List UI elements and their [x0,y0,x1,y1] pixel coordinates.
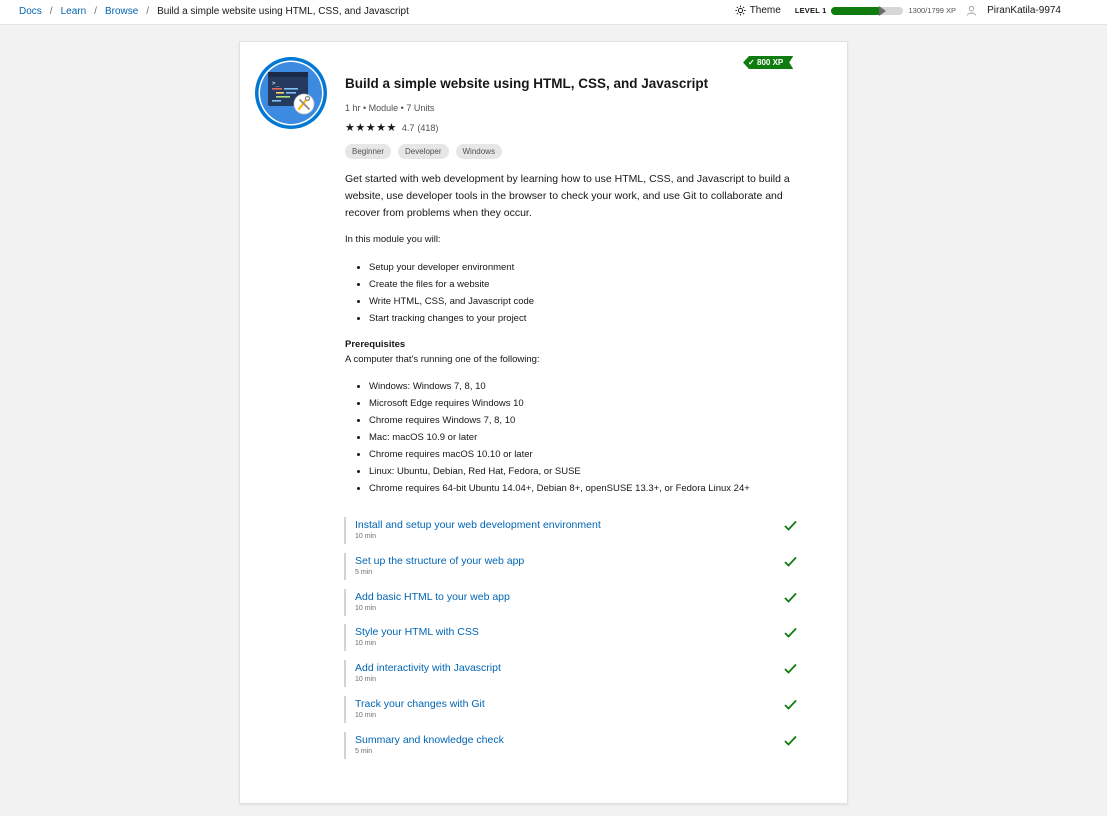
unit-list: Install and setup your web development e… [344,517,797,768]
xp-progress-bar [830,5,903,16]
unit-item[interactable]: Add basic HTML to your web app 10 min [344,588,797,616]
breadcrumb-browse[interactable]: Browse [105,6,138,17]
module-badge-icon: >_ [255,57,327,129]
unit-title-link[interactable]: Add basic HTML to your web app [355,589,797,604]
breadcrumb-separator: / [94,6,97,17]
checkmark-icon [784,520,797,531]
person-icon [966,5,977,16]
rating-count: (418) [417,122,439,133]
tag-list: Beginner Developer Windows [345,144,509,159]
top-bar: Docs / Learn / Browse / Build a simple w… [0,0,1107,25]
xp-progress-marker [878,5,886,16]
star-rating-icons: ★★★★★ [345,122,397,134]
level-label: LEVEL 1 [794,6,827,15]
xp-text: 1300/1799 XP [908,6,957,15]
xp-reward-badge: ✓ 800 XP [743,56,793,69]
list-item: Chrome requires Windows 7, 8, 10 [369,412,750,429]
module-card: >_ ✓ 800 XP Build a simple website using… [239,41,848,804]
objectives-intro: In this module you will: [345,234,441,245]
unit-title-link[interactable]: Style your HTML with CSS [355,624,797,639]
unit-item[interactable]: Summary and knowledge check 5 min [344,731,797,759]
unit-item[interactable]: Install and setup your web development e… [344,517,797,544]
module-description: Get started with web development by lear… [345,173,790,219]
theme-button[interactable]: Theme [735,5,781,16]
objectives-list: Setup your developer environmentCreate t… [345,259,534,327]
unit-title-link[interactable]: Track your changes with Git [355,696,797,711]
breadcrumb-separator: / [49,6,53,17]
list-item: Create the files for a website [369,276,534,293]
list-item: Windows: Windows 7, 8, 10 [369,378,750,395]
prerequisites-heading: Prerequisites [345,339,406,350]
user-profile[interactable]: PiranKatila-9974 [966,5,1061,16]
module-meta: 1 hr • Module • 7 Units [345,103,435,113]
checkmark-icon [784,699,797,710]
checkmark-icon [784,592,797,603]
list-item: Microsoft Edge requires Windows 10 [369,395,750,412]
xp-progress-fill [830,6,883,15]
checkmark-icon: ✓ [748,58,755,67]
breadcrumb-learn[interactable]: Learn [61,6,87,17]
list-item: Write HTML, CSS, and Javascript code [369,293,534,310]
unit-duration: 10 min [355,711,377,719]
unit-title-link[interactable]: Install and setup your web development e… [355,517,797,532]
breadcrumb-docs[interactable]: Docs [19,6,42,17]
list-item: Mac: macOS 10.9 or later [369,429,750,446]
rating-value: 4.7 [401,122,415,133]
breadcrumb-separator: / [146,6,150,17]
unit-item[interactable]: Style your HTML with CSS 10 min [344,624,797,652]
tag-beginner[interactable]: Beginner [345,144,392,159]
xp-reward-label: 800 XP [757,58,784,67]
list-item: Start tracking changes to your project [369,310,534,327]
list-item: Setup your developer environment [369,259,534,276]
rating[interactable]: ★★★★★ 4.7 (418) [345,121,438,134]
checkmark-icon [784,628,797,639]
sun-icon [735,5,746,16]
breadcrumb: Docs / Learn / Browse / Build a simple w… [19,6,409,17]
unit-title-link[interactable]: Add interactivity with Javascript [355,660,797,675]
list-item: Linux: Ubuntu, Debian, Red Hat, Fedora, … [369,463,750,480]
unit-duration: 10 min [355,640,377,648]
unit-title-link[interactable]: Set up the structure of your web app [355,553,797,568]
unit-item[interactable]: Add interactivity with Javascript 10 min [344,660,797,688]
prerequisites-list: Windows: Windows 7, 8, 10Microsoft Edge … [345,378,750,497]
unit-duration: 5 min [355,747,373,755]
prerequisites-subtitle: A computer that's running one of the fol… [345,354,540,365]
tag-developer[interactable]: Developer [398,144,449,159]
unit-item[interactable]: Track your changes with Git 10 min [344,695,797,723]
unit-title-link[interactable]: Summary and knowledge check [355,732,797,747]
unit-duration: 10 min [355,604,377,612]
theme-label: Theme [749,5,781,16]
unit-duration: 5 min [355,568,373,576]
breadcrumb-current: Build a simple website using HTML, CSS, … [157,6,409,17]
unit-item[interactable]: Set up the structure of your web app 5 mi… [344,552,797,580]
page-title: Build a simple website using HTML, CSS, … [345,76,709,91]
tag-windows[interactable]: Windows [455,144,502,159]
list-item: Chrome requires macOS 10.10 or later [369,446,750,463]
unit-duration: 10 min [355,676,377,684]
header-controls: Theme LEVEL 1 1300/1799 XP PiranKatila-9… [735,5,1061,16]
checkmark-icon [784,556,797,567]
checkmark-icon [784,664,797,674]
username: PiranKatila-9974 [987,5,1061,16]
list-item: Chrome requires 64-bit Ubuntu 14.04+, De… [369,480,750,497]
unit-duration: 10 min [355,533,377,540]
svg-text:>_: >_ [272,80,280,87]
checkmark-icon [784,735,797,746]
